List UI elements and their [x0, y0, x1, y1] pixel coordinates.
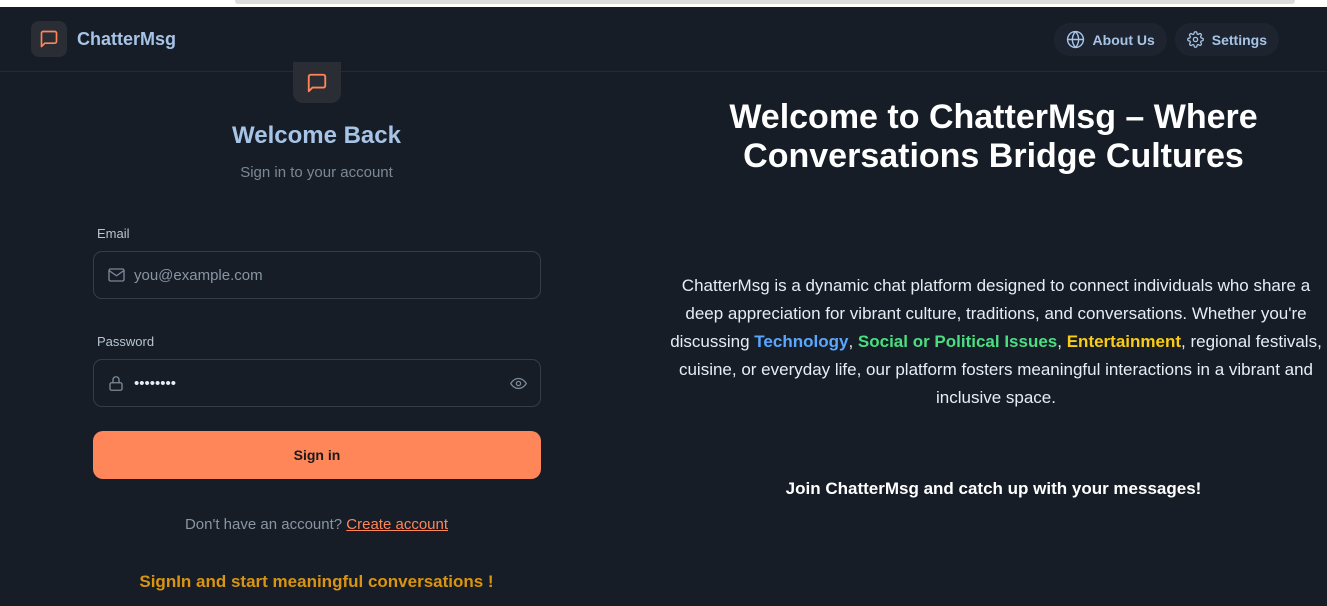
gear-icon	[1186, 31, 1204, 48]
login-title: Welcome Back	[232, 122, 401, 149]
join-cta-text: Join ChatterMsg and catch up with your m…	[785, 479, 1202, 498]
chat-bubble-icon	[293, 62, 341, 103]
hero-title: Welcome to ChatterMsg – Where Conversati…	[729, 98, 1258, 175]
brand-name: ChatterMsg	[77, 28, 177, 49]
email-field[interactable]	[134, 252, 494, 298]
about-us-label: About Us	[1092, 31, 1155, 48]
about-us-button[interactable]: About Us	[1053, 23, 1167, 56]
topic-entertainment: Entertainment	[1066, 332, 1182, 351]
topic-social: Social or Political Issues	[857, 332, 1058, 351]
horizontal-scrollbar[interactable]	[235, 0, 1295, 4]
settings-label: Settings	[1211, 31, 1267, 48]
mail-icon	[108, 268, 125, 282]
create-account-link[interactable]: Create account	[346, 516, 448, 533]
email-field-wrapper	[93, 251, 541, 299]
navbar: ChatterMsg About Us Settings	[0, 7, 1327, 72]
password-field-wrapper	[93, 359, 541, 407]
signup-prompt: Don't have an account? Create account	[0, 516, 633, 533]
eye-icon[interactable]	[509, 375, 528, 392]
login-subtitle: Sign in to your account	[240, 164, 393, 181]
chat-bubble-icon	[31, 21, 67, 57]
info-panel: Welcome to ChatterMsg – Where Conversati…	[660, 72, 1327, 606]
password-label: Password	[97, 334, 155, 349]
login-panel: Welcome Back Sign in to your account Ema…	[0, 62, 633, 606]
nav-actions: About Us Settings	[1053, 23, 1279, 56]
brand[interactable]: ChatterMsg	[31, 21, 176, 57]
hero-description: ChatterMsg is a dynamic chat platform de…	[670, 276, 1322, 407]
browser-top-strip	[0, 0, 1327, 7]
lock-icon	[109, 376, 123, 391]
no-account-text: Don't have an account?	[184, 516, 343, 533]
email-label: Email	[97, 226, 130, 241]
sign-in-button[interactable]: Sign in	[93, 431, 541, 479]
signin-tagline: SignIn and start meaningful conversation…	[139, 572, 494, 591]
settings-button[interactable]: Settings	[1174, 23, 1279, 56]
password-field[interactable]	[134, 360, 494, 406]
topic-technology: Technology	[754, 332, 849, 351]
globe-icon	[1066, 30, 1084, 49]
